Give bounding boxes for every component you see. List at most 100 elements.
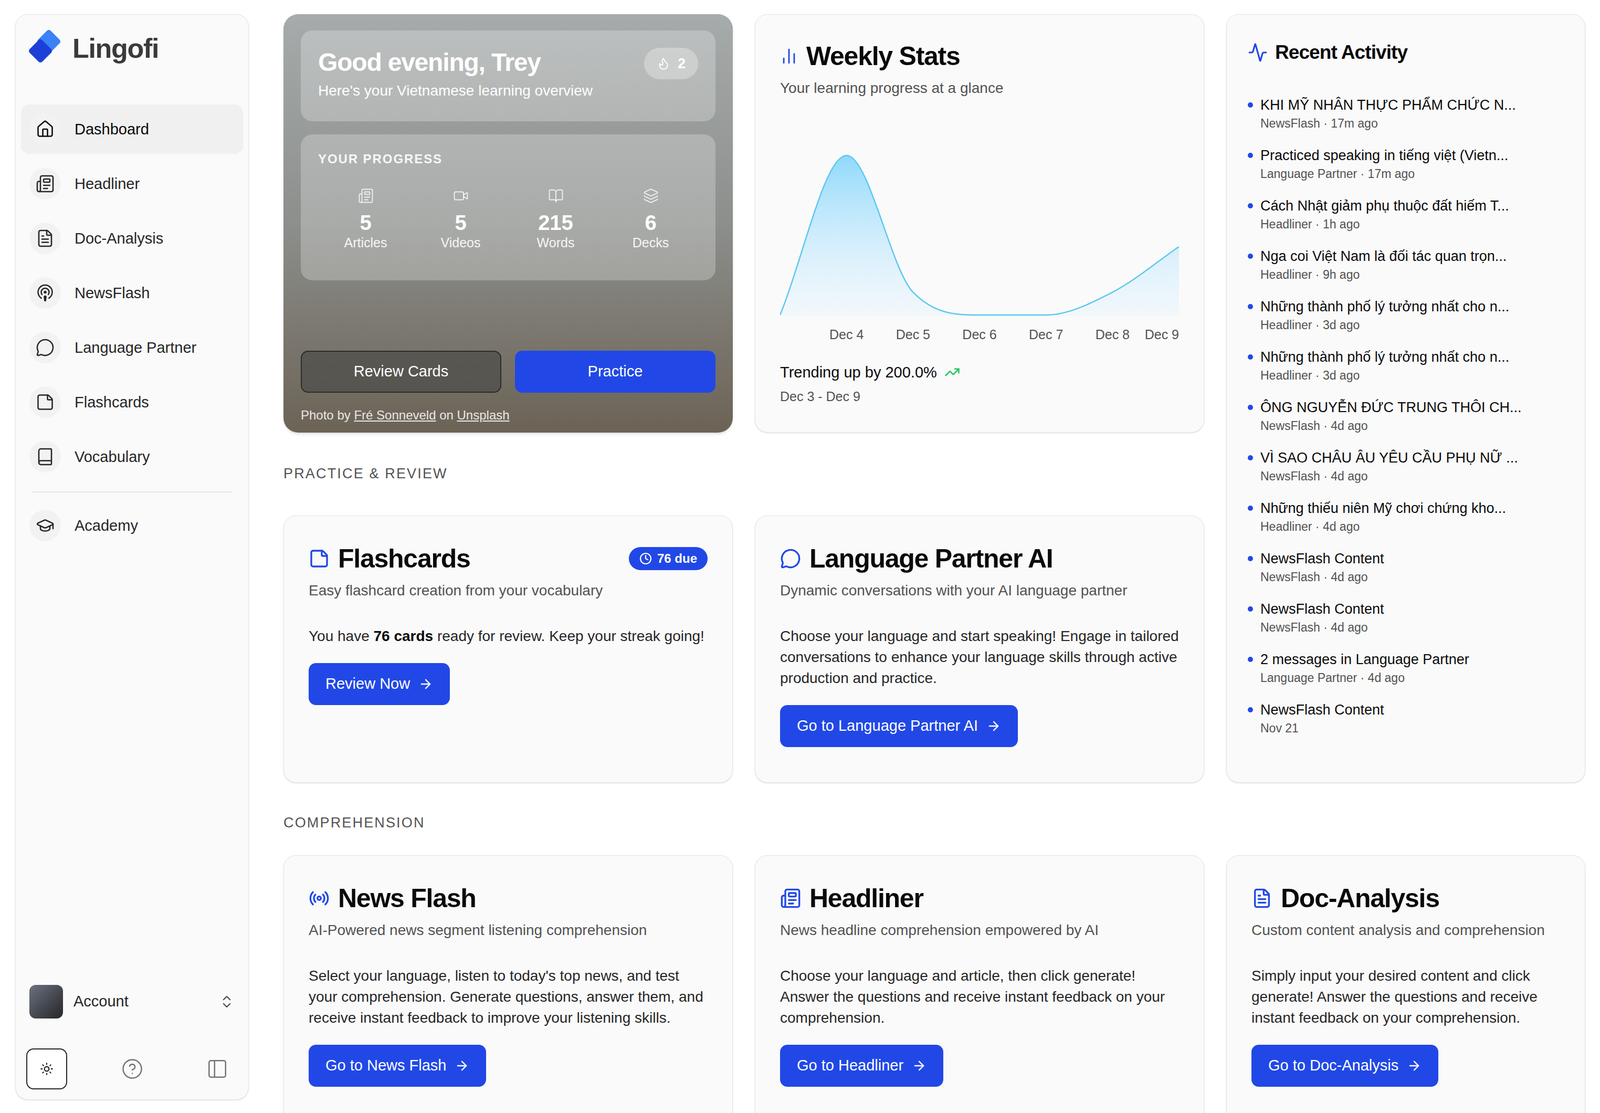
card-title: Language Partner AI bbox=[809, 543, 1053, 574]
hero-buttons: Review Cards Practice bbox=[300, 350, 716, 393]
newspaper-icon bbox=[358, 187, 374, 204]
collapse-sidebar-button[interactable] bbox=[196, 1048, 238, 1090]
activity-dot bbox=[1247, 505, 1254, 511]
card-action-button[interactable]: Go to Language Partner AI bbox=[780, 704, 1018, 747]
activity-item[interactable]: ÔNG NGUYỄN ĐỨC TRUNG THÔI CH...NewsFlash… bbox=[1247, 397, 1564, 434]
activity-title: Những thiếu niên Mỹ chơi chứng kho... bbox=[1260, 498, 1507, 518]
logo[interactable]: Lingofi bbox=[20, 14, 244, 68]
card-action-button[interactable]: Review Now bbox=[308, 662, 450, 705]
radio-icon bbox=[308, 887, 330, 909]
streak-count: 2 bbox=[677, 53, 686, 75]
card-subtitle: Custom content analysis and comprehensio… bbox=[1251, 920, 1561, 940]
review-cards-button[interactable]: Review Cards bbox=[300, 350, 502, 393]
sun-icon bbox=[39, 1061, 54, 1076]
activity-item[interactable]: 2 messages in Language PartnerLanguage P… bbox=[1247, 649, 1564, 686]
arrow-right-icon bbox=[454, 1058, 470, 1073]
activity-meta: Nov 21 bbox=[1260, 720, 1385, 736]
sidebar-icon-circle bbox=[29, 331, 61, 364]
chart-point[interactable] bbox=[1044, 313, 1048, 317]
book-icon bbox=[35, 447, 55, 467]
dashboard: Good evening, TreyHere's your Vietnamese… bbox=[248, 0, 1600, 1113]
activity-meta: Headliner · 4d ago bbox=[1260, 518, 1507, 535]
sidebar-item-label: Vocabulary bbox=[74, 447, 151, 467]
card-header: Headliner bbox=[780, 882, 1180, 914]
progress-box: YOUR PROGRESS5Articles5Videos215Words6De… bbox=[300, 134, 716, 281]
card-body: Simply input your desired content and cl… bbox=[1251, 965, 1561, 1029]
sidebar-item[interactable]: Dashboard bbox=[20, 104, 244, 154]
chart-area bbox=[780, 155, 1180, 317]
activity-item[interactable]: Cách Nhật giảm phụ thuộc đất hiếm T...He… bbox=[1247, 196, 1564, 233]
activity-item[interactable]: Nga coi Việt Nam là đối tác quan trọn...… bbox=[1247, 246, 1564, 283]
activity-dot bbox=[1247, 404, 1254, 410]
activity-meta: Headliner · 3d ago bbox=[1260, 367, 1510, 384]
chart-tick: Dec 7 bbox=[1028, 325, 1063, 344]
activity-item[interactable]: VÌ SAO CHÂU ÂU YÊU CẦU PHỤ NỮ ...NewsFla… bbox=[1247, 448, 1564, 484]
practice-button[interactable]: Practice bbox=[514, 350, 716, 393]
newspaper-icon bbox=[780, 887, 802, 909]
activity-item[interactable]: KHI MỸ NHÂN THỰC PHẨM CHỨC N...NewsFlash… bbox=[1247, 95, 1564, 132]
activity-item[interactable]: Những thiếu niên Mỹ chơi chứng kho...Hea… bbox=[1247, 498, 1564, 535]
account-menu[interactable]: Account bbox=[20, 977, 244, 1026]
recent-activity-card: Recent ActivityKHI MỸ NHÂN THỰC PHẨM CHỨ… bbox=[1226, 14, 1586, 783]
sticky-note-icon bbox=[35, 392, 55, 412]
trend: Trending up by 200.0% bbox=[780, 363, 1180, 382]
clock-icon bbox=[639, 552, 652, 565]
sidebar-item[interactable]: Doc-Analysis bbox=[20, 213, 244, 263]
chart-tick: Dec 4 bbox=[829, 325, 864, 344]
sidebar-item-label: Dashboard bbox=[74, 119, 150, 139]
sidebar-item[interactable]: Headliner bbox=[20, 159, 244, 209]
sidebar-item-label: Flashcards bbox=[74, 392, 150, 412]
activity-item[interactable]: NewsFlash ContentNewsFlash · 4d ago bbox=[1247, 549, 1564, 585]
sidebar-item[interactable]: NewsFlash bbox=[20, 268, 244, 318]
sidebar-item[interactable]: Academy bbox=[20, 500, 244, 551]
stat-label: Articles bbox=[344, 234, 388, 251]
arrow-right-icon bbox=[418, 676, 434, 692]
chart-tick: Dec 8 bbox=[1095, 325, 1130, 344]
activity-title: NewsFlash Content bbox=[1260, 599, 1385, 619]
activity-item[interactable]: Practiced speaking in tiếng việt (Vietn.… bbox=[1247, 145, 1564, 182]
activity-item[interactable]: NewsFlash ContentNewsFlash · 4d ago bbox=[1247, 599, 1564, 636]
card-title: Headliner bbox=[809, 882, 924, 914]
help-button[interactable] bbox=[111, 1048, 153, 1090]
activity-item[interactable]: Những thành phố lý tưởng nhất cho n...He… bbox=[1247, 347, 1564, 384]
activity-item[interactable]: NewsFlash ContentNov 21 bbox=[1247, 700, 1564, 736]
card-action-button[interactable]: Go to Headliner bbox=[780, 1044, 944, 1087]
progress-stat: 5Articles bbox=[318, 187, 414, 251]
sidebar-item[interactable]: Language Partner bbox=[20, 322, 244, 373]
sidebar: Lingofi Dashboard HeadlinerDoc-Analysis New… bbox=[15, 14, 249, 1100]
sidebar-item[interactable]: Vocabulary bbox=[20, 432, 244, 482]
card-action-button[interactable]: Go to Doc-Analysis bbox=[1251, 1044, 1439, 1087]
unsplash-link[interactable]: Unsplash bbox=[457, 407, 510, 423]
chart-point[interactable] bbox=[1177, 245, 1180, 249]
chart-point[interactable] bbox=[977, 313, 982, 317]
avatar bbox=[29, 984, 63, 1019]
stat-label: Words bbox=[537, 234, 575, 251]
help-icon bbox=[121, 1057, 144, 1080]
chart-ticks: Dec 4Dec 5Dec 6Dec 7Dec 8Dec 9 bbox=[780, 325, 1180, 344]
activity-title: ÔNG NGUYỄN ĐỨC TRUNG THÔI CH... bbox=[1260, 397, 1522, 417]
photo-credit: Photo by Fré Sonneveld on Unsplash bbox=[300, 406, 716, 433]
logo-icon bbox=[26, 29, 67, 68]
message-icon bbox=[780, 548, 802, 570]
comprehension-card: News FlashAI-Powered news segment listen… bbox=[283, 855, 733, 1113]
sidebar-item[interactable]: Flashcards bbox=[20, 377, 244, 427]
theme-toggle[interactable] bbox=[26, 1048, 68, 1090]
card-action-button[interactable]: Go to News Flash bbox=[308, 1044, 487, 1087]
card-title: Flashcards bbox=[338, 543, 471, 574]
sidebar-nav: Dashboard HeadlinerDoc-Analysis NewsFlash L… bbox=[20, 104, 244, 482]
activity-meta: Language Partner · 17m ago bbox=[1260, 165, 1509, 182]
chart-point[interactable] bbox=[1110, 290, 1114, 294]
section-label: COMPREHENSION bbox=[283, 782, 1586, 856]
arrow-right-icon bbox=[986, 718, 1002, 734]
chart-point[interactable] bbox=[845, 153, 849, 157]
activity-item[interactable]: Những thành phố lý tưởng nhất cho n...He… bbox=[1247, 297, 1564, 333]
chart-point[interactable] bbox=[780, 313, 782, 317]
activity-meta: Headliner · 3d ago bbox=[1260, 317, 1510, 333]
stat-value: 215 bbox=[538, 211, 574, 235]
streak-badge: 2 bbox=[644, 47, 699, 80]
sidebar-item-label: NewsFlash bbox=[74, 283, 150, 303]
hero-card: Good evening, TreyHere's your Vietnamese… bbox=[283, 14, 733, 433]
photo-author-link[interactable]: Fré Sonneveld bbox=[353, 407, 436, 423]
chart-point[interactable] bbox=[911, 290, 915, 294]
activity-title: NewsFlash Content bbox=[1260, 700, 1385, 720]
